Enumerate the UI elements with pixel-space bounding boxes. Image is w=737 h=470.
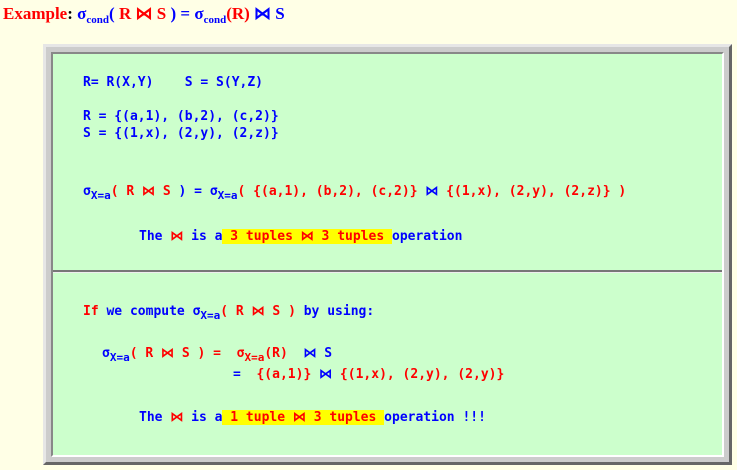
eq2-eq: = [233,367,257,382]
heading-rhs-r: (R) [226,4,250,23]
eq1-rhs: (R) [264,346,296,361]
relation-s-line: S = {(1,x), (2,y), (2,z)} [83,126,279,141]
box2-highlight: 1 tuple ⋈ 3 tuples [222,410,385,425]
if-expr: ( R ⋈ S ) [220,304,296,319]
sel-r: R [126,184,135,199]
sel-join: ⋈ [142,184,156,199]
sel-rhs-sub: X=a [217,189,238,202]
equation-line-2: = {(a,1)} ⋈ {(1,x), (2,y), (2,y)} [233,366,504,383]
box2-note-mid: is a [183,410,223,425]
eq1-sigma: σ [102,346,110,361]
if-post: by using: [295,304,375,319]
join-symbol: ⋈ [135,4,153,23]
selection-expansion-line: σX=a( R ⋈ S ) = σX=a( {(a,1), (b,2), (c,… [83,183,627,202]
heading-s: S [156,4,167,23]
sel-rhs-sigma: σ [209,184,218,199]
box2-note-pre: The [139,410,171,425]
heading-rhs-s: S [275,4,285,23]
if-keyword: If [83,304,99,319]
rhs-sigma-symbol: σ [194,4,204,23]
sel-sub: X=a [90,189,111,202]
sel-r-set: ( {(a,1), (b,2), (c,2)} [237,184,426,199]
eq1-sub: X=a [109,351,130,364]
box2-note: The ⋈ is a 1 tuple ⋈ 3 tuples operation … [139,409,486,426]
if-compute-line: If we compute σX=a( R ⋈ S ) by using: [83,303,375,322]
box2-note-post: operation !!! [384,410,486,425]
if-text: we compute [98,304,193,319]
heading-colon: : [67,4,78,23]
sel-sigma: σ [83,184,91,199]
eq1-expr: ( R ⋈ S ) = [129,346,237,361]
box1-note-pre: The [139,229,171,244]
box1-highlight: 3 tuples ⋈ 3 tuples [222,229,392,244]
if-sub: X=a [200,309,221,322]
heading-paren-open: ( [109,4,119,23]
example-frame: R= R(X,Y) S = S(Y,Z) R = {(a,1), (b,2), … [43,44,732,465]
eq2-join: ⋈ [319,367,333,382]
example-heading: Example: σcond( R ⋈ S ) = σcond(R) ⋈ S [3,4,285,26]
rhs-join-symbol: ⋈ [254,4,272,23]
box1-note-join: ⋈ [170,229,184,244]
sel-open: ( [110,184,127,199]
cond-subscript: cond [86,14,110,26]
example-label: Example [3,4,68,23]
rhs-cond-subscript: cond [203,14,227,26]
equation-line-1: σX=a( R ⋈ S ) = σX=a(R) ⋈ S [102,345,333,364]
eq1-rhs-sub: X=a [244,351,265,364]
relation-r-line: R = {(a,1), (b,2), (c,2)} [83,109,279,124]
sel-s: S [162,184,171,199]
heading-r: R [118,4,132,23]
sel-mid: ) = [170,184,210,199]
box2-note-join: ⋈ [170,410,184,425]
sel-s-set: {(1,x), (2,y), (2,z)} ) [438,184,627,199]
sel-set-join: ⋈ [425,184,439,199]
heading-paren-close: ) = [166,4,195,23]
eq1-join: ⋈ S [295,346,333,361]
relation-schema-line: R= R(X,Y) S = S(Y,Z) [83,75,264,90]
eq2-rest: {(1,x), (2,y), (2,y)} [332,367,505,382]
example-panel: R= R(X,Y) S = S(Y,Z) R = {(a,1), (b,2), … [51,52,724,457]
section-divider [53,270,722,273]
eq2-set: {(a,1)} [256,367,320,382]
box1-note-post: operation [392,229,463,244]
box1-note: The ⋈ is a 3 tuples ⋈ 3 tuples operation [139,228,462,245]
box1-note-mid: is a [183,229,223,244]
